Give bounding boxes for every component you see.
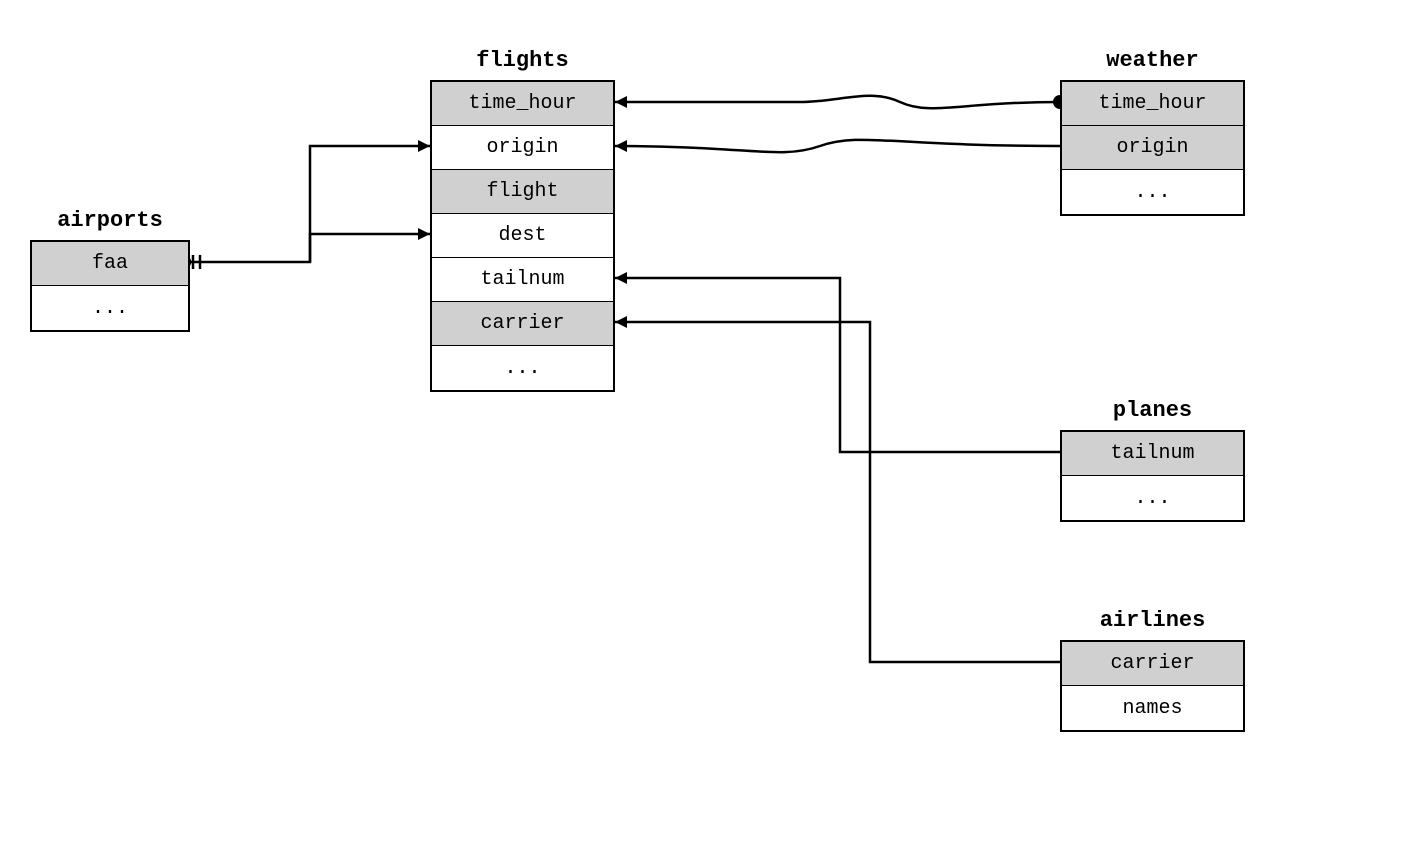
flights-row-flight: flight [432,170,613,214]
airports-to-origin-line [190,146,430,262]
flights-table: flights time_hour origin flight dest tai… [430,80,615,392]
airports-row-dots: ... [32,286,188,330]
arrow-carrier [615,316,627,328]
airlines-row-names: names [1062,686,1243,730]
airlines-table: airlines carrier names [1060,640,1245,732]
planes-row-tailnum: tailnum [1062,432,1243,476]
arrow-to-dest [418,228,430,240]
flights-row-tailnum: tailnum [432,258,613,302]
weather-row-timehour: time_hour [1062,82,1243,126]
weather-timehour-line [615,96,1060,108]
arrow-timehour [615,96,627,108]
planes-table: planes tailnum ... [1060,430,1245,522]
flights-row-dest: dest [432,214,613,258]
flights-title: flights [432,48,613,73]
planes-tailnum-line [615,278,1060,452]
arrow-to-origin [418,140,430,152]
planes-title: planes [1062,398,1243,423]
weather-table: weather time_hour origin ... [1060,80,1245,216]
planes-row-dots: ... [1062,476,1243,520]
airports-table: airports faa ... [30,240,190,332]
diagram-container: airports faa ... flights time_hour origi… [0,0,1412,854]
weather-origin-line [615,140,1060,152]
arrow-origin-weather [615,140,627,152]
weather-row-dots: ... [1062,170,1243,214]
arrow-tailnum [615,272,627,284]
weather-row-origin: origin [1062,126,1243,170]
airports-title: airports [32,208,188,233]
airports-to-dest-line [310,234,430,262]
airlines-title: airlines [1062,608,1243,633]
airports-row-faa: faa [32,242,188,286]
airlines-carrier-line [615,322,1060,662]
flights-row-carrier: carrier [432,302,613,346]
airlines-row-carrier: carrier [1062,642,1243,686]
flights-row-timehour: time_hour [432,82,613,126]
flights-row-origin: origin [432,126,613,170]
flights-row-dots: ... [432,346,613,390]
weather-title: weather [1062,48,1243,73]
